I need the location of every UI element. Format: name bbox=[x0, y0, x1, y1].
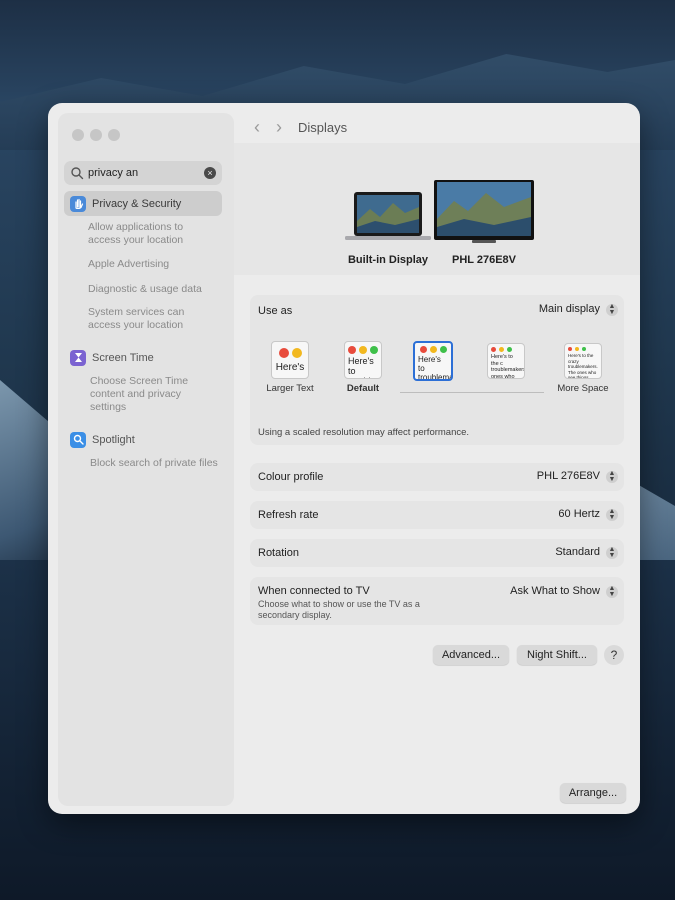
colour-profile-label: Colour profile bbox=[258, 471, 324, 483]
resolution-preview-text: Here's to the c troublemakers. ones who … bbox=[491, 354, 524, 379]
refresh-rate-label: Refresh rate bbox=[258, 509, 319, 521]
use-as-popup[interactable]: Main display bbox=[539, 303, 600, 315]
resolution-caption: More Space bbox=[557, 383, 609, 394]
external-display-thumbnail[interactable]: PHL 276E8V bbox=[434, 179, 534, 266]
rotation-row: Rotation Standard ▲ ▼ bbox=[250, 539, 624, 567]
sidebar-item-screen-time[interactable]: Screen Time bbox=[64, 345, 222, 370]
resolution-caption: Default bbox=[346, 383, 380, 394]
sidebar: privacy an × Privacy & Security Allow ap… bbox=[58, 113, 234, 806]
builtin-display-label: Built-in Display bbox=[347, 254, 429, 266]
updown-chevron-icon[interactable]: ▲ ▼ bbox=[606, 470, 618, 483]
resolution-note: Using a scaled resolution may affect per… bbox=[258, 427, 470, 438]
sidebar-item-label: Privacy & Security bbox=[92, 197, 182, 210]
monitor-icon bbox=[434, 180, 534, 243]
tv-label: When connected to TV bbox=[258, 585, 370, 597]
advanced-button[interactable]: Advanced... bbox=[433, 645, 509, 665]
resolution-preview-text: Here's to troublem bbox=[348, 356, 381, 378]
forward-chevron-icon[interactable]: › bbox=[268, 117, 290, 138]
rotation-popup[interactable]: Standard bbox=[555, 546, 600, 558]
updown-chevron-icon[interactable]: ▲ ▼ bbox=[606, 585, 618, 598]
search-result-apple-advertising[interactable]: Apple Advertising bbox=[88, 258, 218, 271]
search-result-location-apps[interactable]: Allow applications to access your locati… bbox=[88, 221, 218, 247]
resolution-option-more-space[interactable]: Here's to the crazy troublemakers. The o… bbox=[550, 343, 616, 394]
colour-profile-row: Colour profile PHL 276E8V ▲ ▼ bbox=[250, 463, 624, 491]
sidebar-item-privacy-security[interactable]: Privacy & Security bbox=[64, 191, 222, 216]
search-result-block-search[interactable]: Block search of private files bbox=[90, 457, 220, 470]
search-result-screen-time-content[interactable]: Choose Screen Time content and privacy s… bbox=[90, 375, 220, 414]
resolution-preview-text: Here's to troublema ones who bbox=[418, 355, 451, 381]
rotation-label: Rotation bbox=[258, 547, 299, 559]
tv-row: When connected to TV Choose what to show… bbox=[250, 577, 624, 625]
sidebar-item-label: Spotlight bbox=[92, 433, 135, 446]
sidebar-item-label: Screen Time bbox=[92, 351, 154, 364]
close-window-button[interactable] bbox=[72, 129, 84, 141]
colour-profile-popup[interactable]: PHL 276E8V bbox=[537, 470, 600, 482]
tv-popup[interactable]: Ask What to Show bbox=[510, 585, 600, 597]
back-chevron-icon[interactable]: ‹ bbox=[246, 117, 268, 138]
resolution-option-more[interactable]: Here's to the c troublemakers. ones who … bbox=[484, 343, 528, 379]
resolution-caption: Larger Text bbox=[266, 383, 314, 394]
builtin-display-thumbnail[interactable]: Built-in Display bbox=[338, 191, 438, 266]
night-shift-button[interactable]: Night Shift... bbox=[517, 645, 597, 665]
refresh-rate-row: Refresh rate 60 Hertz ▲ ▼ bbox=[250, 501, 624, 529]
search-icon bbox=[71, 167, 84, 180]
resolution-option-larger-text[interactable]: Here's Larger Text bbox=[264, 341, 316, 394]
displays-pane: Built-in Display PHL 276E8V Use as Main … bbox=[234, 143, 640, 814]
tv-description: Choose what to show or use the TV as a s… bbox=[258, 599, 420, 620]
updown-chevron-icon[interactable]: ▲ ▼ bbox=[606, 303, 618, 316]
resolution-slider-track[interactable] bbox=[400, 392, 544, 393]
hourglass-icon bbox=[70, 349, 86, 366]
refresh-rate-popup[interactable]: 60 Hertz bbox=[558, 508, 600, 520]
search-input[interactable]: privacy an bbox=[88, 167, 204, 179]
resolution-option-default[interactable]: Here's to troublem Default bbox=[338, 341, 388, 394]
updown-chevron-icon[interactable]: ▲ ▼ bbox=[606, 508, 618, 521]
sidebar-item-spotlight[interactable]: Spotlight bbox=[64, 427, 222, 452]
magnifier-icon bbox=[70, 431, 86, 448]
updown-chevron-icon[interactable]: ▲ ▼ bbox=[606, 546, 618, 559]
hand-icon bbox=[70, 195, 86, 212]
laptop-icon bbox=[345, 192, 431, 240]
use-as-label: Use as bbox=[258, 305, 293, 317]
zoom-window-button[interactable] bbox=[108, 129, 120, 141]
search-field[interactable]: privacy an × bbox=[64, 161, 222, 185]
page-title: Displays bbox=[298, 119, 348, 135]
resolution-preview-text: Here's bbox=[275, 362, 305, 373]
search-result-system-services[interactable]: System services can access your location bbox=[88, 306, 218, 332]
clear-search-icon[interactable]: × bbox=[204, 167, 216, 179]
resolution-option-selected[interactable]: Here's to troublema ones who bbox=[410, 341, 456, 381]
display-arrangement: Built-in Display PHL 276E8V bbox=[234, 143, 640, 275]
window-controls bbox=[72, 129, 120, 141]
use-as-panel: Use as Main display ▲ ▼ Here's Larger Tex… bbox=[250, 295, 624, 445]
search-result-diagnostic[interactable]: Diagnostic & usage data bbox=[88, 283, 218, 296]
resolution-preview-text: Here's to the crazy troublemakers. The o… bbox=[568, 353, 598, 379]
arrange-button[interactable]: Arrange... bbox=[560, 783, 626, 803]
help-button[interactable]: ? bbox=[604, 645, 624, 665]
minimize-window-button[interactable] bbox=[90, 129, 102, 141]
external-display-label: PHL 276E8V bbox=[451, 254, 516, 266]
settings-window: privacy an × Privacy & Security Allow ap… bbox=[48, 103, 640, 814]
